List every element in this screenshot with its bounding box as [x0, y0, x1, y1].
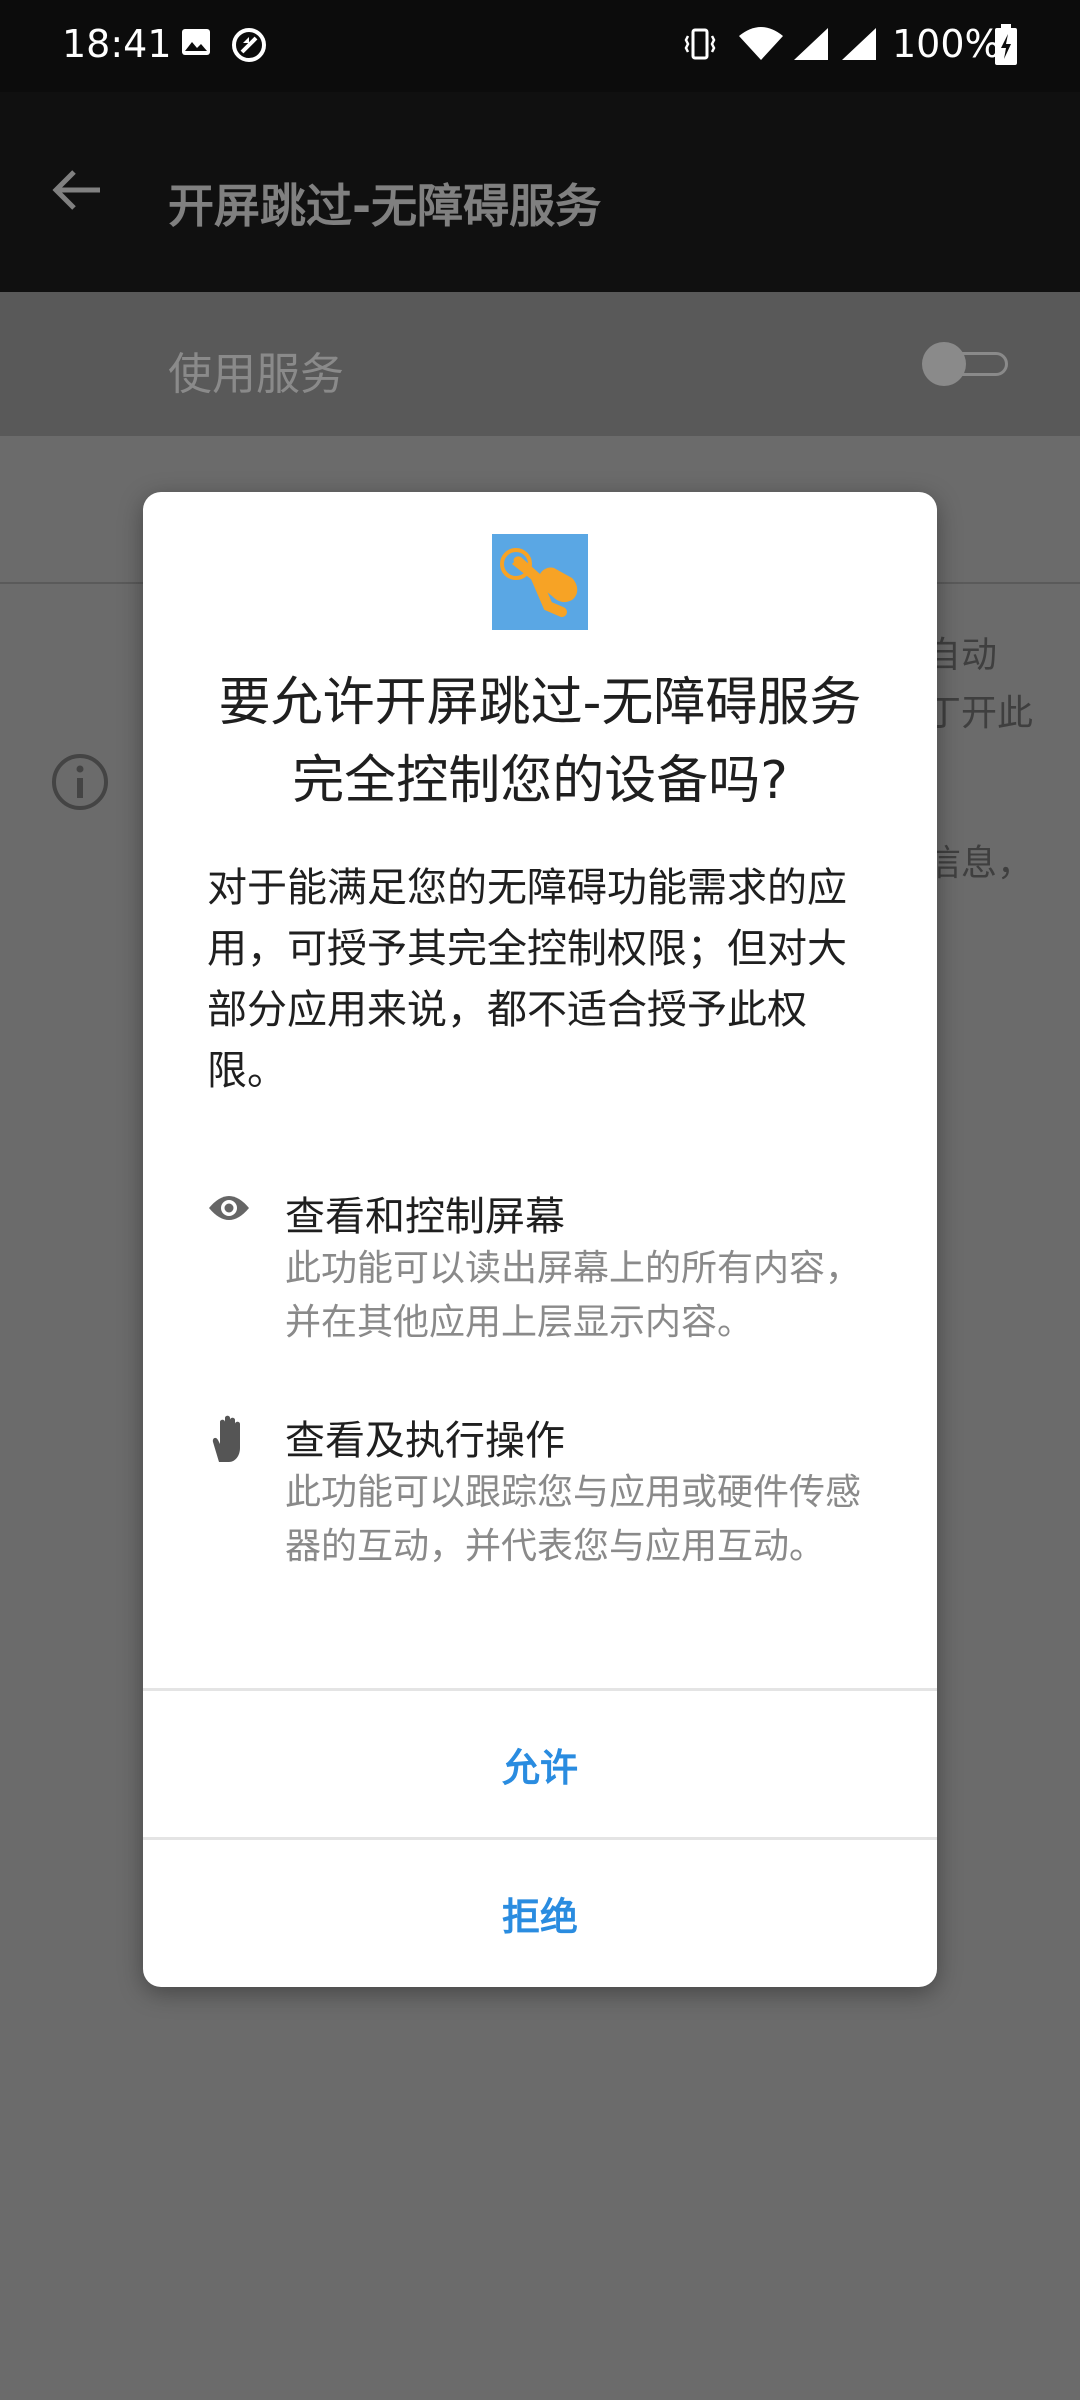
image-icon: [180, 26, 212, 62]
toggle-thumb: [922, 342, 966, 386]
back-arrow-icon[interactable]: [48, 160, 108, 224]
page-title: 开屏跳过-无障碍服务: [168, 179, 602, 233]
dialog-message: 对于能满足您的无障碍功能需求的应用，可授予其完全控制权限；但对大部分应用来说，都…: [207, 865, 847, 1094]
app-bar: 开屏跳过-无障碍服务: [0, 92, 1080, 292]
use-service-row[interactable]: 使用服务: [0, 292, 1080, 436]
battery-icon: [994, 24, 1018, 70]
battery-percent: 100%: [892, 22, 1001, 66]
status-bar: 18:41 100%: [0, 0, 1080, 92]
permission-title: 查看及执行操作: [285, 1418, 565, 1464]
allow-button[interactable]: 允许: [143, 1691, 937, 1837]
background-text-line: 丁开此: [925, 693, 1034, 734]
deny-button[interactable]: 拒绝: [143, 1840, 937, 1986]
signal-icon: [840, 26, 878, 66]
permission-description: 此功能可以读出屏幕上的所有内容，并在其他应用上层显示内容。: [285, 1248, 862, 1343]
use-service-label: 使用服务: [168, 349, 344, 400]
permission-title: 查看和控制屏幕: [285, 1194, 565, 1240]
info-icon: [50, 752, 110, 816]
use-service-toggle[interactable]: [922, 342, 1010, 386]
status-time: 18:41: [62, 22, 172, 66]
background-text-line: 信息，: [925, 843, 1034, 884]
permission-description: 此功能可以跟踪您与应用或硬件传感器的互动，并代表您与应用互动。: [285, 1472, 862, 1567]
accessibility-permission-dialog: 要允许开屏跳过-无障碍服务 完全控制您的设备吗? 对于能满足您的无障碍功能需求的…: [143, 492, 937, 1987]
sync-icon: [230, 26, 268, 68]
wifi-icon: [736, 26, 786, 66]
dialog-title-line: 要允许开屏跳过-无障碍服务: [218, 673, 862, 733]
hand-icon: [207, 1414, 251, 1468]
signal-icon: [792, 26, 830, 66]
eye-icon: [207, 1190, 251, 1230]
app-icon: [492, 534, 588, 630]
dialog-title: 要允许开屏跳过-无障碍服务 完全控制您的设备吗?: [143, 664, 937, 820]
dialog-title-line: 完全控制您的设备吗?: [292, 751, 788, 811]
vibrate-icon: [682, 26, 718, 66]
